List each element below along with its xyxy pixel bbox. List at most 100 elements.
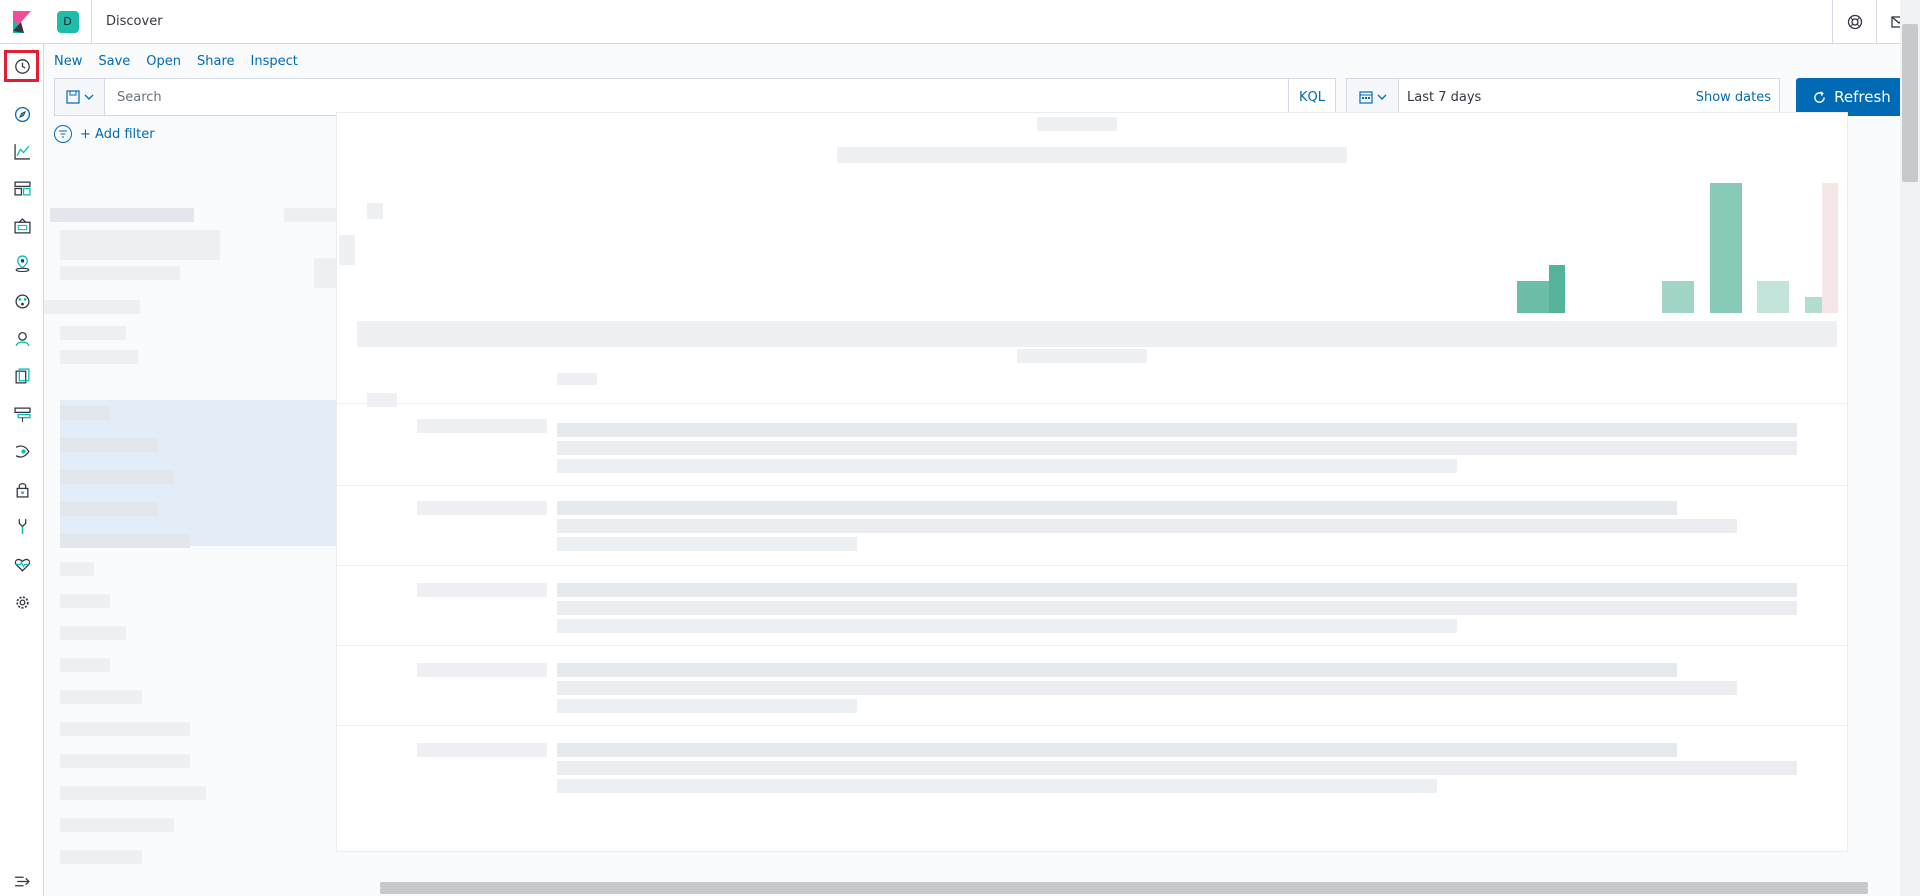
space-selector[interactable]: D: [44, 0, 92, 44]
table-row[interactable]: [557, 761, 1797, 775]
visualize-icon[interactable]: [0, 136, 44, 166]
table-row[interactable]: [557, 663, 1677, 677]
search-input[interactable]: [105, 79, 1288, 115]
time-range-summary: [837, 147, 1347, 163]
logs-icon[interactable]: [0, 361, 44, 391]
available-field[interactable]: [60, 626, 126, 640]
available-field[interactable]: [60, 658, 110, 672]
recently-viewed-clock-icon[interactable]: [0, 51, 44, 81]
blurred-element: [367, 393, 397, 407]
table-row[interactable]: [557, 423, 1797, 437]
query-language-button[interactable]: KQL: [1288, 79, 1335, 115]
table-row[interactable]: [557, 743, 1677, 757]
section-heading: [44, 300, 140, 314]
doc-time-cell: [417, 419, 547, 433]
row-divider: [337, 565, 1849, 566]
table-row[interactable]: [557, 779, 1437, 793]
chevron-down-icon: [1377, 94, 1386, 100]
siem-lock-icon[interactable]: [0, 474, 44, 504]
dashboard-icon[interactable]: [0, 173, 44, 203]
table-row[interactable]: [557, 681, 1737, 695]
add-filter-link[interactable]: + Add filter: [80, 127, 155, 142]
available-field[interactable]: [60, 818, 174, 832]
open-button[interactable]: Open: [146, 54, 181, 69]
kibana-logo[interactable]: [0, 0, 44, 44]
query-field: KQL: [54, 78, 1336, 116]
selected-field[interactable]: [60, 470, 174, 484]
blurred-element: [60, 350, 138, 364]
index-pattern-selector[interactable]: [50, 208, 194, 222]
histogram-bar[interactable]: [1757, 281, 1789, 313]
available-field[interactable]: [60, 722, 190, 736]
table-row[interactable]: [557, 537, 857, 551]
refresh-icon: [1814, 90, 1826, 103]
maps-icon[interactable]: [0, 248, 44, 278]
vertical-scrollbar-track[interactable]: [1900, 0, 1920, 896]
row-divider: [337, 485, 1849, 486]
page-title: Discover: [106, 14, 163, 29]
help-icon[interactable]: [1832, 0, 1876, 44]
blurred-element: [60, 266, 180, 280]
new-button[interactable]: New: [54, 54, 82, 69]
available-field[interactable]: [60, 562, 94, 576]
selected-field[interactable]: [60, 406, 110, 420]
inspect-button[interactable]: Inspect: [251, 54, 298, 69]
table-row[interactable]: [557, 501, 1677, 515]
machine-learning-icon[interactable]: [0, 286, 44, 316]
table-row[interactable]: [557, 601, 1797, 615]
selected-field[interactable]: [60, 534, 190, 548]
date-picker: Last 7 days Show dates: [1346, 78, 1780, 116]
collapse-nav-icon[interactable]: [0, 866, 44, 896]
available-field[interactable]: [60, 690, 142, 704]
histogram-bar[interactable]: [1710, 183, 1742, 313]
field-search[interactable]: [60, 230, 220, 260]
available-field[interactable]: [60, 786, 206, 800]
share-button[interactable]: Share: [197, 54, 235, 69]
monitoring-icon[interactable]: [0, 549, 44, 579]
histogram-bar[interactable]: [1549, 265, 1565, 313]
available-field[interactable]: [60, 754, 190, 768]
table-header: [557, 373, 597, 385]
x-axis-ticks: [357, 321, 1837, 347]
horizontal-scrollbar[interactable]: [380, 882, 1868, 894]
table-row[interactable]: [557, 459, 1457, 473]
available-field[interactable]: [60, 850, 142, 864]
dev-tools-icon[interactable]: [0, 511, 44, 541]
histogram-bar[interactable]: [1822, 183, 1838, 313]
available-field[interactable]: [60, 594, 110, 608]
table-row[interactable]: [557, 441, 1797, 455]
table-row[interactable]: [557, 583, 1797, 597]
discover-compass-icon[interactable]: [0, 99, 44, 129]
canvas-icon[interactable]: [0, 211, 44, 241]
selected-field[interactable]: [60, 438, 158, 452]
table-row[interactable]: [557, 619, 1457, 633]
filter-options-icon[interactable]: [54, 125, 72, 143]
apm-icon[interactable]: [0, 436, 44, 466]
chevron-down-icon: [84, 94, 93, 100]
histogram-bar[interactable]: [1662, 281, 1694, 313]
save-disk-icon: [65, 90, 80, 104]
table-row[interactable]: [557, 519, 1737, 533]
time-range-label[interactable]: Last 7 days: [1399, 90, 1696, 105]
show-dates-link[interactable]: Show dates: [1696, 90, 1779, 105]
infrastructure-icon[interactable]: [0, 399, 44, 429]
doc-time-cell: [417, 583, 547, 597]
query-bar: KQL Last 7 days Show dates Refresh: [54, 78, 1908, 116]
management-gear-icon[interactable]: [0, 587, 44, 617]
space-avatar: D: [56, 10, 79, 33]
save-button[interactable]: Save: [98, 54, 130, 69]
selected-field[interactable]: [60, 502, 158, 516]
refresh-button[interactable]: Refresh: [1796, 78, 1908, 116]
blurred-element: [60, 326, 126, 340]
graph-icon[interactable]: [0, 323, 44, 353]
header-bar: D Discover: [0, 0, 1920, 44]
vertical-scrollbar-thumb[interactable]: [1902, 24, 1918, 182]
x-axis-label: [1017, 349, 1147, 363]
row-divider: [337, 645, 1849, 646]
field-list-sidebar: [44, 154, 354, 896]
blurred-element: [284, 208, 336, 222]
saved-queries-button[interactable]: [55, 79, 105, 115]
quick-select-button[interactable]: [1347, 79, 1399, 115]
row-divider: [337, 403, 1849, 404]
table-row[interactable]: [557, 699, 857, 713]
